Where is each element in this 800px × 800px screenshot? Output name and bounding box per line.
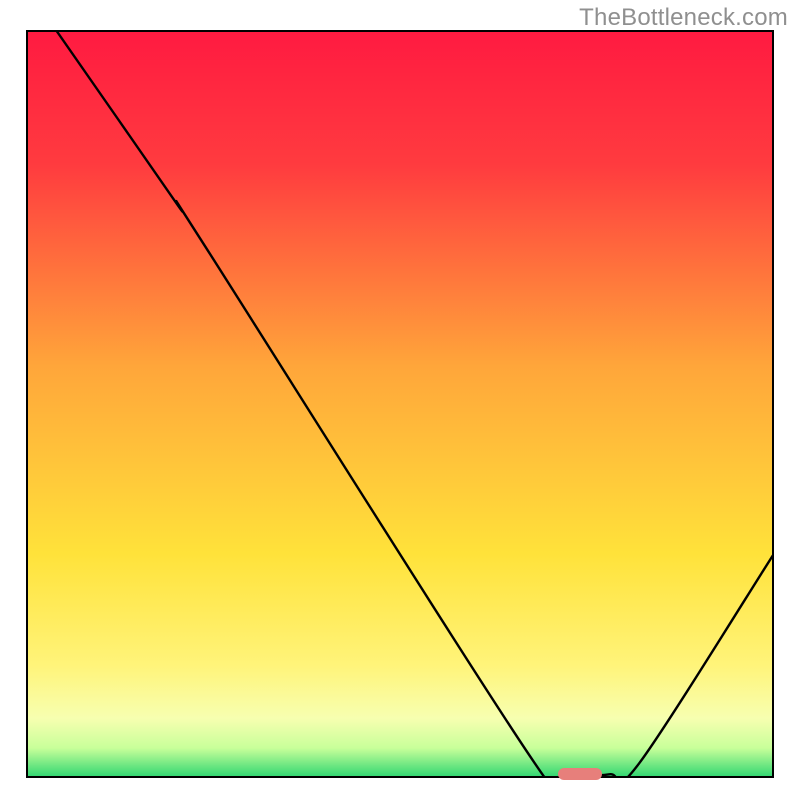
chart-container: { "watermark": "TheBottleneck.com", "cha… [0,0,800,800]
watermark-text: TheBottleneck.com [579,4,788,32]
optimal-marker [558,768,602,780]
bottleneck-chart [26,30,774,778]
gradient-background [26,30,774,778]
